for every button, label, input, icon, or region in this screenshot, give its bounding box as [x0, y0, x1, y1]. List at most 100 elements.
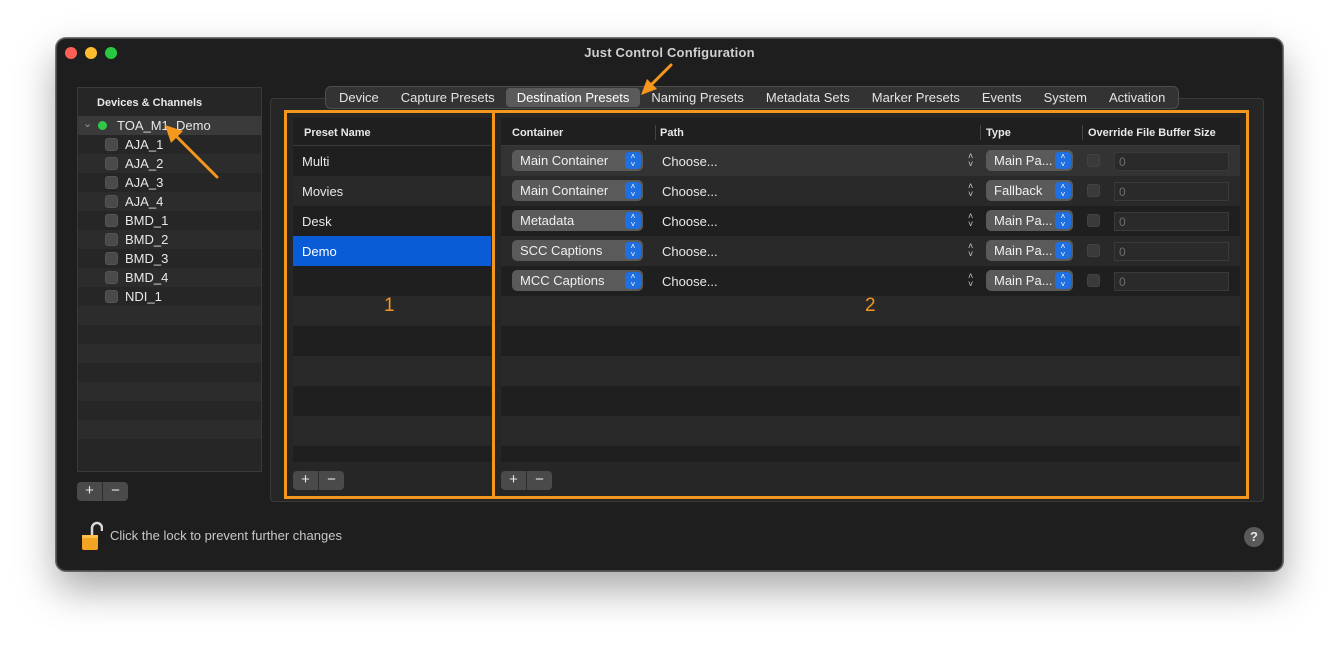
- preset-row[interactable]: Desk: [293, 206, 491, 236]
- override-checkbox[interactable]: [1087, 214, 1100, 227]
- remove-container-button[interactable]: −: [526, 471, 552, 490]
- empty-row: [78, 344, 261, 363]
- add-container-button[interactable]: +: [501, 471, 526, 490]
- tab-events[interactable]: Events: [971, 88, 1033, 107]
- channel-checkbox[interactable]: [105, 252, 118, 265]
- type-popup[interactable]: Main Pa... ˄ ˅: [986, 150, 1073, 171]
- path-stepper-icon[interactable]: ˄ ˅: [968, 242, 973, 259]
- container-popup[interactable]: Metadata ˄ ˅: [512, 210, 643, 231]
- container-row[interactable]: MCC Captions ˄ ˅ Choose... ˄ ˅ Main Pa... …: [501, 266, 1240, 296]
- channel-row[interactable]: NDI_1: [78, 287, 261, 306]
- path-stepper-icon[interactable]: ˄ ˅: [968, 272, 973, 289]
- empty-row: [78, 420, 261, 439]
- override-checkbox[interactable]: [1087, 184, 1100, 197]
- channel-row[interactable]: BMD_1: [78, 211, 261, 230]
- remove-preset-button[interactable]: −: [318, 471, 344, 490]
- type-popup[interactable]: Main Pa... ˄ ˅: [986, 210, 1073, 231]
- path-stepper-icon[interactable]: ˄ ˅: [968, 152, 973, 169]
- tab-activation[interactable]: Activation: [1098, 88, 1176, 107]
- buffer-size-field[interactable]: 0: [1114, 212, 1229, 231]
- chevron-down-icon[interactable]: ⌄: [83, 117, 92, 130]
- tab-naming-presets[interactable]: Naming Presets: [640, 88, 754, 107]
- container-row[interactable]: Main Container ˄ ˅ Choose... ˄ ˅ Fallback …: [501, 176, 1240, 206]
- popup-stepper-icon: ˄ ˅: [625, 242, 641, 259]
- container-popup[interactable]: Main Container ˄ ˅: [512, 150, 643, 171]
- preset-row[interactable]: Multi: [293, 146, 491, 176]
- channel-checkbox[interactable]: [105, 176, 118, 189]
- app-window: Just Control Configuration Devices & Cha…: [56, 38, 1283, 571]
- channel-checkbox[interactable]: [105, 214, 118, 227]
- channel-row[interactable]: AJA_4: [78, 192, 261, 211]
- buffer-size-field[interactable]: 0: [1114, 272, 1229, 291]
- path-header[interactable]: Path: [660, 127, 684, 139]
- channel-label: BMD_1: [125, 213, 169, 228]
- channel-checkbox[interactable]: [105, 195, 118, 208]
- device-label: TOA_M1_Demo: [117, 118, 211, 133]
- devices-channels-list: Devices & Channels ⌄ TOA_M1_Demo AJA_1 A…: [77, 87, 262, 472]
- tab-marker-presets[interactable]: Marker Presets: [861, 88, 971, 107]
- path-value[interactable]: Choose...: [662, 154, 718, 169]
- buffer-size-field[interactable]: 0: [1114, 242, 1229, 261]
- tab-capture-presets[interactable]: Capture Presets: [390, 88, 506, 107]
- channel-checkbox[interactable]: [105, 138, 118, 151]
- override-checkbox[interactable]: [1087, 274, 1100, 287]
- lock-icon[interactable]: [81, 519, 103, 553]
- type-popup[interactable]: Fallback ˄ ˅: [986, 180, 1073, 201]
- channel-label: AJA_4: [125, 194, 164, 209]
- remove-device-button[interactable]: −: [102, 482, 128, 501]
- preset-row-selected[interactable]: Demo: [293, 236, 491, 266]
- tab-destination-presets[interactable]: Destination Presets: [505, 88, 641, 107]
- add-preset-button[interactable]: +: [293, 471, 318, 490]
- channel-row[interactable]: AJA_2: [78, 154, 261, 173]
- channel-row[interactable]: BMD_2: [78, 230, 261, 249]
- container-popup[interactable]: SCC Captions ˄ ˅: [512, 240, 643, 261]
- channel-row[interactable]: AJA_1: [78, 135, 261, 154]
- path-stepper-icon[interactable]: ˄ ˅: [968, 182, 973, 199]
- buffer-size-field[interactable]: 0: [1114, 182, 1229, 201]
- channel-checkbox[interactable]: [105, 271, 118, 284]
- container-row[interactable]: Metadata ˄ ˅ Choose... ˄ ˅ Main Pa... ˄ ˅ 0: [501, 206, 1240, 236]
- container-header[interactable]: Container: [512, 127, 563, 139]
- path-value[interactable]: Choose...: [662, 244, 718, 259]
- container-value: MCC Captions: [520, 273, 605, 288]
- preset-label: Movies: [302, 184, 344, 199]
- path-value[interactable]: Choose...: [662, 184, 718, 199]
- override-checkbox[interactable]: [1087, 244, 1100, 257]
- popup-stepper-icon: ˄ ˅: [1055, 152, 1071, 169]
- container-popup[interactable]: Main Container ˄ ˅: [512, 180, 643, 201]
- tab-device[interactable]: Device: [328, 88, 390, 107]
- device-row[interactable]: ⌄ TOA_M1_Demo: [78, 116, 261, 135]
- override-header[interactable]: Override File Buffer Size: [1088, 127, 1216, 139]
- path-stepper-icon[interactable]: ˄ ˅: [968, 212, 973, 229]
- preset-label: Desk: [302, 214, 332, 229]
- container-value: Metadata: [520, 213, 575, 228]
- type-popup[interactable]: Main Pa... ˄ ˅: [986, 270, 1073, 291]
- override-checkbox[interactable]: [1087, 154, 1100, 167]
- tab-metadata-sets[interactable]: Metadata Sets: [755, 88, 861, 107]
- container-row[interactable]: Main Container ˄ ˅ Choose... ˄ ˅ Main Pa..…: [501, 146, 1240, 176]
- channel-checkbox[interactable]: [105, 233, 118, 246]
- type-header[interactable]: Type: [986, 127, 1011, 139]
- path-value[interactable]: Choose...: [662, 274, 718, 289]
- channel-row[interactable]: AJA_3: [78, 173, 261, 192]
- empty-row: [293, 416, 491, 446]
- channel-checkbox[interactable]: [105, 157, 118, 170]
- path-value[interactable]: Choose...: [662, 214, 718, 229]
- container-row[interactable]: SCC Captions ˄ ˅ Choose... ˄ ˅ Main Pa... …: [501, 236, 1240, 266]
- preset-row[interactable]: Movies: [293, 176, 491, 206]
- channel-checkbox[interactable]: [105, 290, 118, 303]
- container-popup[interactable]: MCC Captions ˄ ˅: [512, 270, 643, 291]
- preset-name-header[interactable]: Preset Name: [304, 127, 371, 139]
- add-device-button[interactable]: +: [77, 482, 102, 501]
- channel-row[interactable]: BMD_4: [78, 268, 261, 287]
- channel-label: BMD_2: [125, 232, 169, 247]
- buffer-size-field[interactable]: 0: [1114, 152, 1229, 171]
- empty-row: [78, 401, 261, 420]
- empty-row: [293, 326, 491, 356]
- empty-row: [501, 416, 1240, 446]
- type-popup[interactable]: Main Pa... ˄ ˅: [986, 240, 1073, 261]
- tab-system[interactable]: System: [1033, 88, 1098, 107]
- type-value: Main Pa...: [994, 273, 1053, 288]
- channel-row[interactable]: BMD_3: [78, 249, 261, 268]
- help-button[interactable]: ?: [1244, 527, 1264, 547]
